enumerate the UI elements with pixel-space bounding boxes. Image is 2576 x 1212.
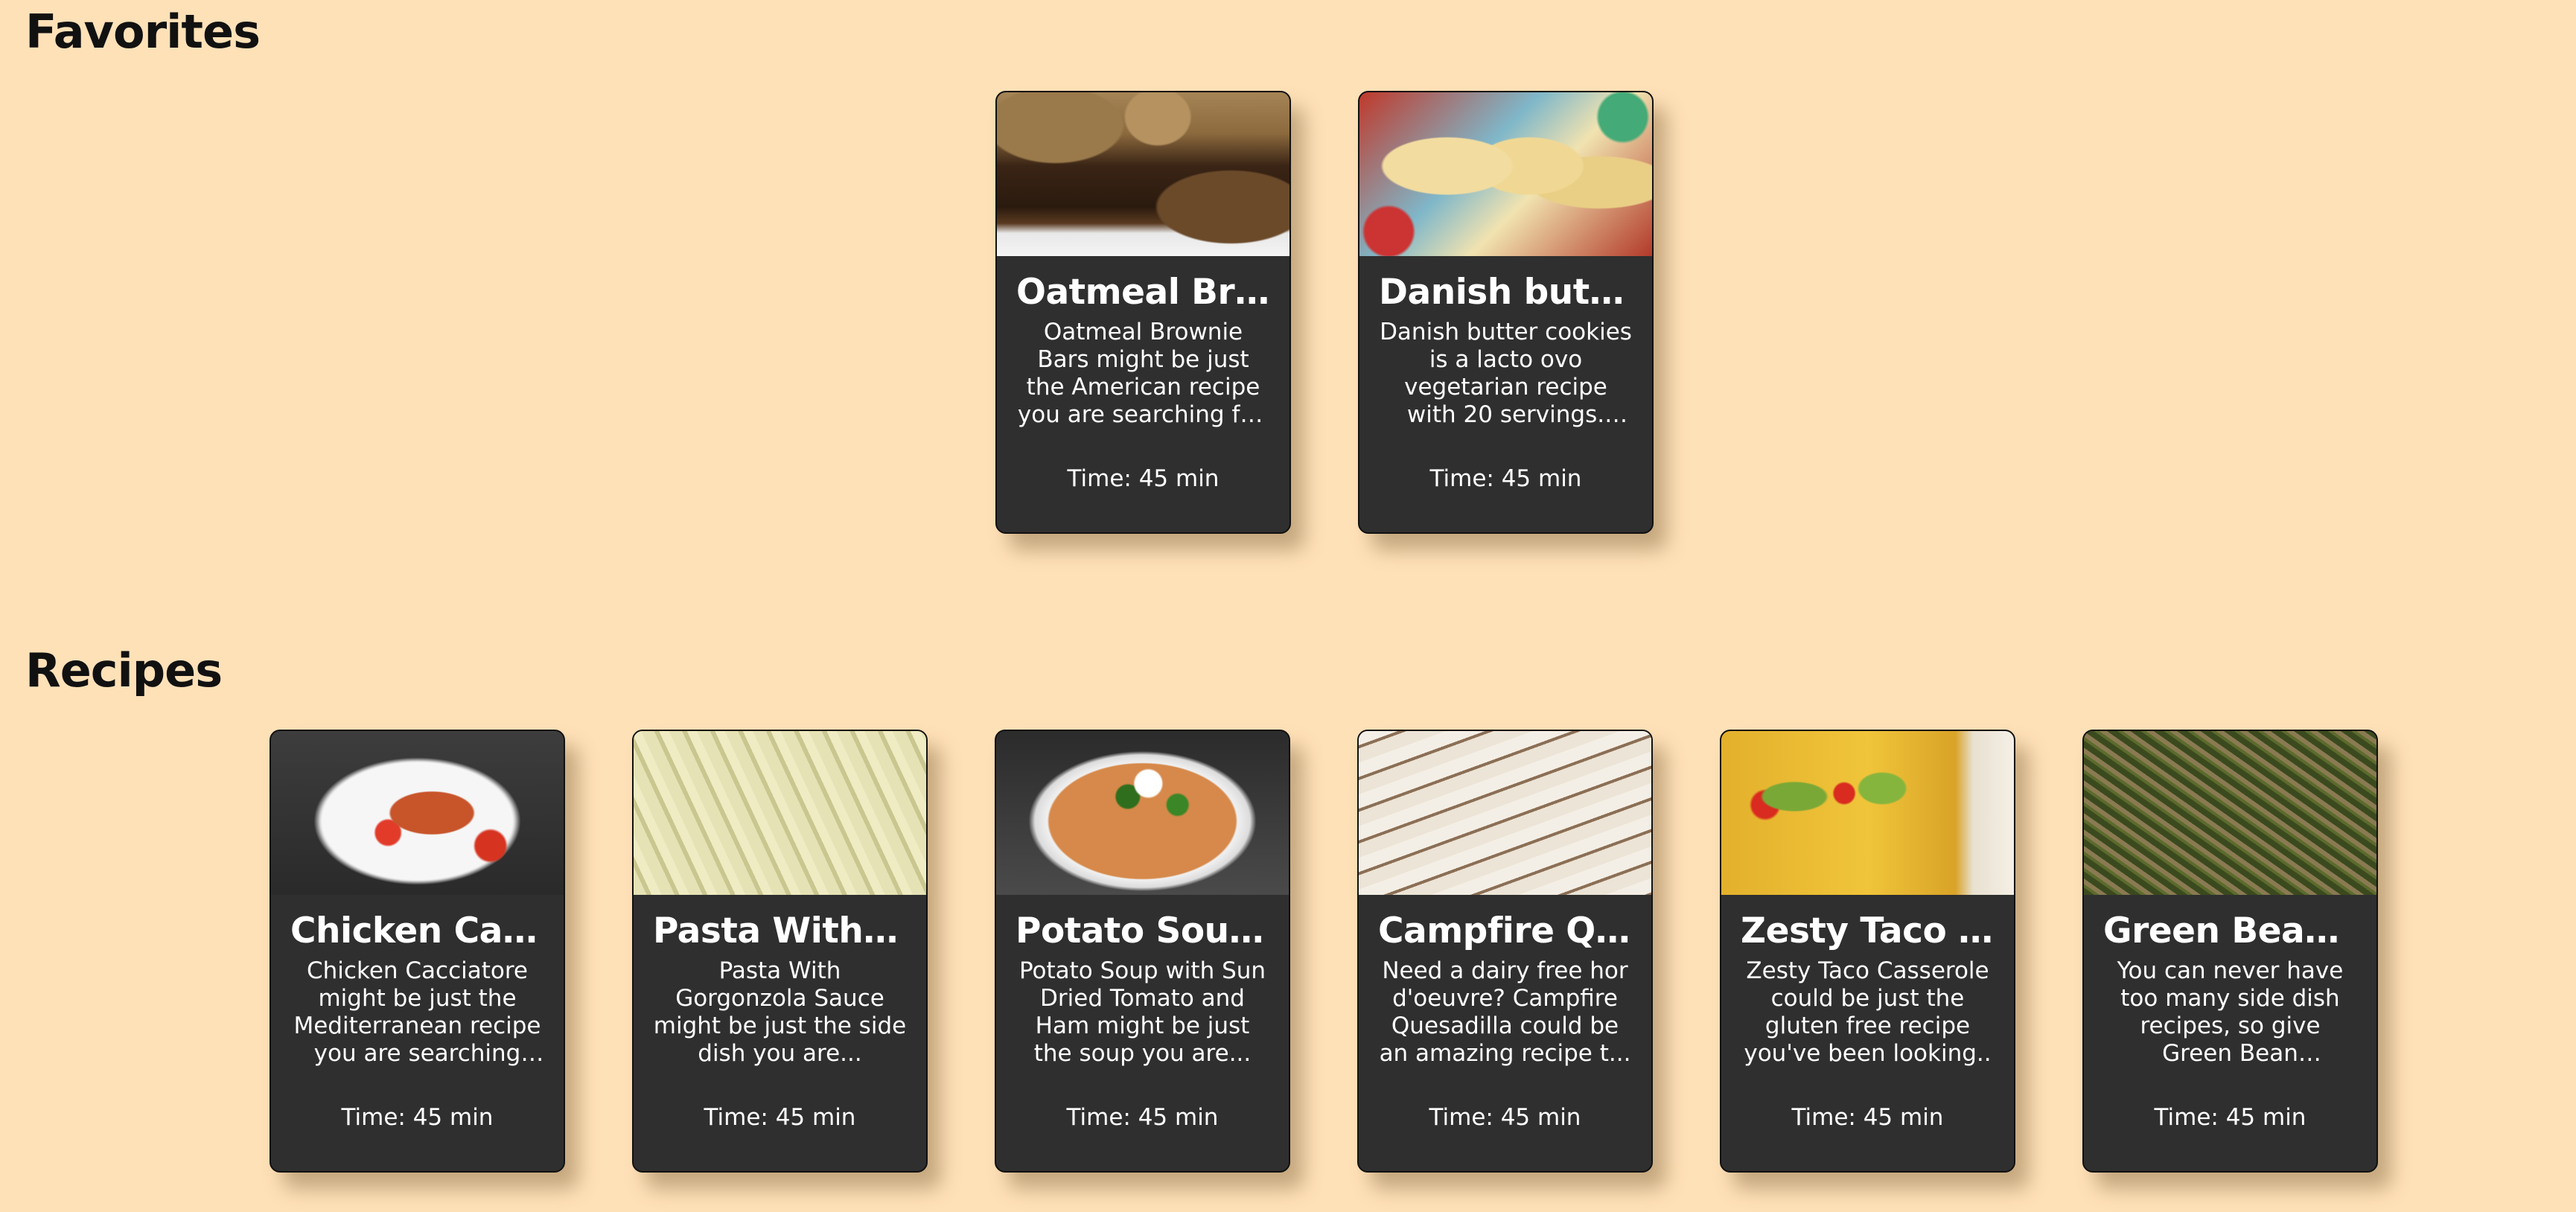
- recipe-card-potato-soup[interactable]: Potato Soup with Sun Dried Tomato and Ha…: [995, 730, 1290, 1173]
- card-title: Pasta With Gorgonzola Sauce: [653, 911, 907, 951]
- card-body: Danish butter cookies Danish butter cook…: [1359, 256, 1652, 532]
- danish-butter-cookies-photo: [1359, 92, 1652, 256]
- campfire-quesadilla-photo: [1359, 731, 1651, 895]
- recipe-card-chicken-cacciatore[interactable]: Chicken Cacciatore Chicken Cacciatore mi…: [270, 730, 565, 1173]
- chicken-cacciatore-photo: [271, 731, 564, 895]
- card-title: Danish butter cookies: [1379, 272, 1633, 313]
- card-body: Pasta With Gorgonzola Sauce Pasta With G…: [634, 895, 926, 1171]
- card-title: Potato Soup with Sun Dried Tomato and Ha…: [1016, 911, 1269, 951]
- card-body: Oatmeal Brownie Bars Oatmeal Brownie Bar…: [997, 256, 1289, 532]
- potato-soup-photo: [996, 731, 1289, 895]
- card-title: Oatmeal Brownie Bars: [1016, 272, 1270, 313]
- card-time: Time: 45 min: [2154, 1104, 2306, 1131]
- recipe-card-campfire-quesadilla[interactable]: Campfire Quesadilla Need a dairy free ho…: [1357, 730, 1653, 1173]
- card-body: Potato Soup with Sun Dried Tomato and Ha…: [996, 895, 1289, 1171]
- zesty-taco-casserole-photo: [1721, 731, 2014, 895]
- favorites-heading: Favorites: [25, 4, 261, 59]
- recipe-card-danish-butter-cookies[interactable]: Danish butter cookies Danish butter cook…: [1358, 91, 1654, 534]
- card-description: Zesty Taco Casserole could be just the g…: [1744, 957, 1992, 1068]
- recipe-card-green-bean-casserole[interactable]: Green Bean Casserole You can never have …: [2082, 730, 2378, 1173]
- card-time: Time: 45 min: [1791, 1104, 1944, 1131]
- card-description: Chicken Cacciatore might be just the Med…: [293, 957, 541, 1068]
- pasta-gorgonzola-photo: [634, 731, 926, 895]
- card-title: Green Bean Casserole: [2103, 911, 2357, 951]
- recipe-card-oatmeal-brownie-bars[interactable]: Oatmeal Brownie Bars Oatmeal Brownie Bar…: [995, 91, 1291, 534]
- recipe-card-pasta-with-gorgonzola-sauce[interactable]: Pasta With Gorgonzola Sauce Pasta With G…: [632, 730, 928, 1173]
- card-body: Campfire Quesadilla Need a dairy free ho…: [1359, 895, 1651, 1171]
- recipe-card-zesty-taco-casserole[interactable]: Zesty Taco Casserole Zesty Taco Casserol…: [1720, 730, 2015, 1173]
- card-time: Time: 45 min: [1067, 465, 1220, 492]
- card-time: Time: 45 min: [1429, 465, 1582, 492]
- card-description: Oatmeal Brownie Bars might be just the A…: [1017, 319, 1269, 429]
- green-bean-casserole-photo: [2084, 731, 2376, 895]
- recipes-list: Chicken Cacciatore Chicken Cacciatore mi…: [270, 730, 2378, 1173]
- oatmeal-brownie-photo: [997, 92, 1289, 256]
- card-title: Zesty Taco Casserole: [1741, 911, 1995, 951]
- recipes-heading: Recipes: [25, 643, 223, 698]
- card-time: Time: 45 min: [1066, 1104, 1219, 1131]
- card-title: Chicken Cacciatore: [290, 911, 544, 951]
- card-body: Green Bean Casserole You can never have …: [2084, 895, 2376, 1171]
- card-description: Pasta With Gorgonzola Sauce might be jus…: [653, 957, 907, 1068]
- card-description: Need a dairy free hor d'oeuvre? Campfire…: [1379, 957, 1631, 1068]
- card-title: Campfire Quesadilla: [1378, 911, 1632, 951]
- favorites-list: Oatmeal Brownie Bars Oatmeal Brownie Bar…: [995, 91, 1654, 534]
- card-description: Potato Soup with Sun Dried Tomato and Ha…: [1018, 957, 1266, 1068]
- card-time: Time: 45 min: [704, 1104, 856, 1131]
- card-description: You can never have too many side dish re…: [2117, 957, 2344, 1068]
- card-body: Chicken Cacciatore Chicken Cacciatore mi…: [271, 895, 564, 1171]
- card-description: Danish butter cookies is a lacto ovo veg…: [1380, 319, 1632, 429]
- card-time: Time: 45 min: [1429, 1104, 1581, 1131]
- card-time: Time: 45 min: [341, 1104, 494, 1131]
- card-body: Zesty Taco Casserole Zesty Taco Casserol…: [1721, 895, 2014, 1171]
